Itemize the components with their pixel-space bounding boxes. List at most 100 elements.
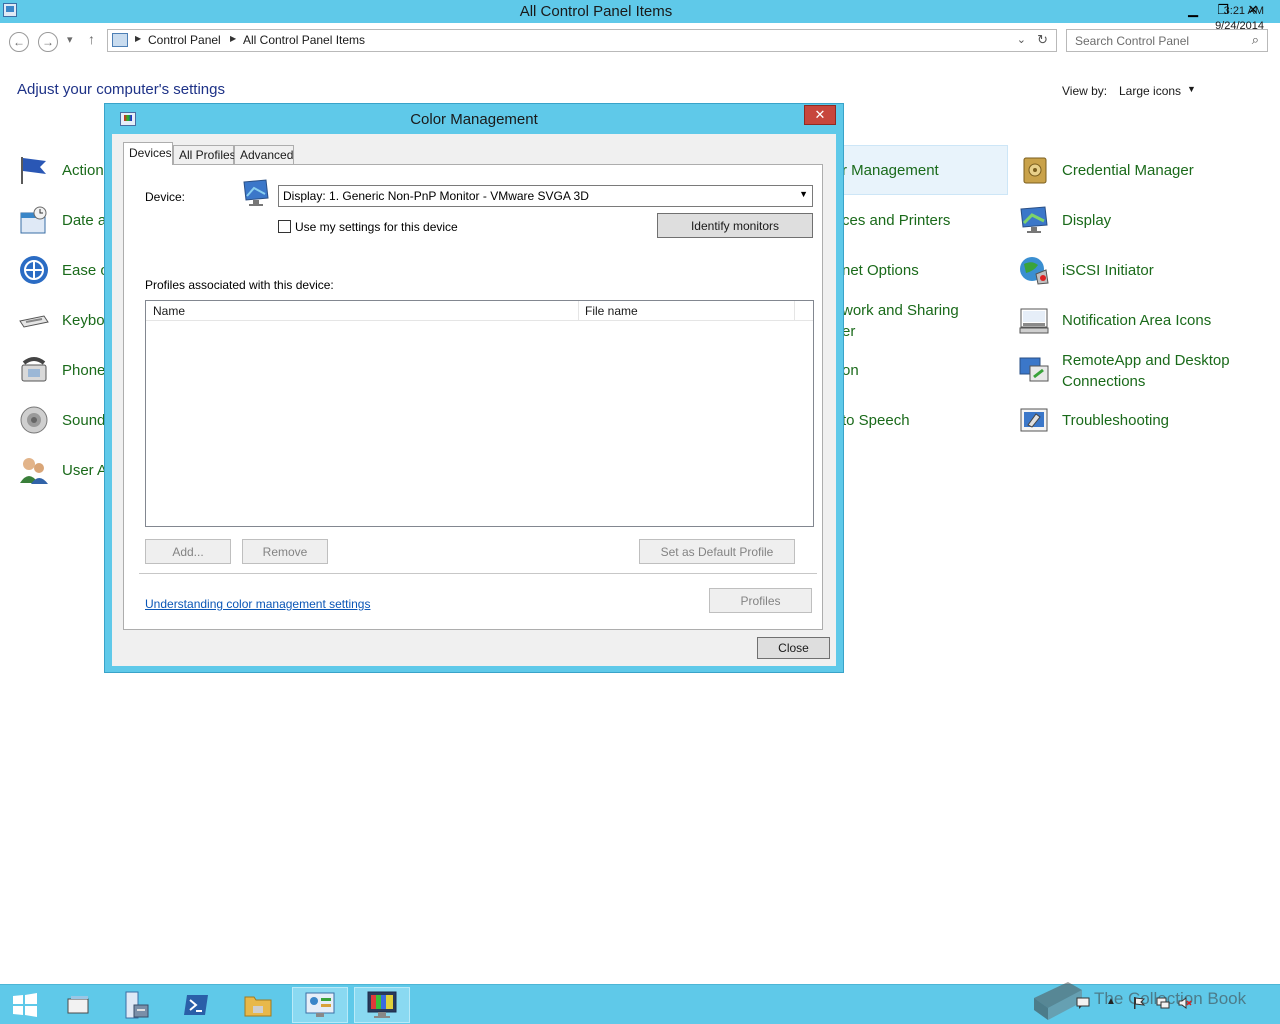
devices-tab-panel: Device: Display: 1. Generic Non-PnP Moni…	[123, 164, 823, 630]
taskbar-color-management[interactable]	[354, 987, 410, 1023]
minimize-button[interactable]: ▁	[1178, 0, 1208, 20]
flag-tray-icon[interactable]	[1132, 996, 1146, 1010]
page-heading: Adjust your computer's settings	[17, 81, 225, 98]
cp-item-label: net Options	[842, 262, 919, 279]
profiles-list[interactable]: Name File name	[145, 300, 814, 527]
control-panel-icon	[112, 33, 128, 47]
server-manager-icon	[125, 991, 149, 1019]
cp-item-label-line2: Connections	[1062, 373, 1146, 390]
windows-logo-icon	[13, 993, 37, 1017]
use-my-settings-checkbox[interactable]	[278, 220, 291, 233]
start-button[interactable]	[0, 987, 50, 1023]
cp-item-label-line1: RemoteApp and Desktop	[1062, 352, 1230, 369]
address-bar[interactable]: ▶ Control Panel ▶ All Control Panel Item…	[107, 29, 1057, 52]
clock-date: 9/24/2014	[1215, 20, 1264, 32]
cp-item-label: Date a	[62, 212, 107, 229]
cp-item-label-line2: er	[842, 323, 856, 340]
calendar-icon	[20, 206, 47, 234]
column-divider[interactable]	[794, 301, 795, 321]
breadcrumb-separator-icon[interactable]: ▶	[230, 34, 236, 43]
phone-icon	[21, 357, 47, 382]
column-header-name[interactable]: Name	[153, 304, 185, 318]
view-by-caret-icon[interactable]: ▼	[1187, 84, 1196, 94]
show-hidden-icons-icon[interactable]: ▲	[1106, 996, 1120, 1010]
profiles-associated-label: Profiles associated with this device:	[145, 278, 334, 292]
cp-item-label: Troubleshooting	[1062, 412, 1170, 429]
notification-icon	[1019, 308, 1049, 334]
cp-item-label: ces and Printers	[842, 212, 951, 229]
taskbar-powershell[interactable]	[168, 987, 224, 1023]
up-arrow-icon[interactable]: ↑	[88, 31, 95, 47]
cp-item-label: Notification Area Icons	[1062, 312, 1212, 329]
recent-pages-dropdown-icon[interactable]: ▾	[67, 33, 73, 46]
dialog-title: Color Management	[410, 111, 538, 128]
tab-advanced[interactable]: Advanced	[234, 145, 294, 164]
chevron-down-icon[interactable]: ▼	[799, 189, 808, 199]
cp-item-label: on	[842, 362, 859, 379]
search-input[interactable]: Search Control Panel	[1075, 34, 1189, 48]
display-icon	[1020, 206, 1048, 233]
panel-separator	[139, 573, 817, 574]
cp-item-label: iSCSI Initiator	[1062, 262, 1154, 279]
dialog-close-x-button[interactable]: ✕	[804, 105, 836, 125]
profiles-list-header: Name File name	[146, 301, 813, 321]
view-by-dropdown[interactable]: Large icons	[1119, 84, 1181, 98]
add-profile-button[interactable]: Add...	[145, 539, 231, 564]
identify-monitors-button[interactable]: Identify monitors	[657, 213, 813, 238]
powershell-icon	[184, 995, 208, 1015]
control-panel-icon	[305, 992, 335, 1017]
window-title: All Control Panel Items	[519, 3, 673, 20]
taskbar-task-view[interactable]	[50, 987, 106, 1023]
device-dropdown[interactable]: Display: 1. Generic Non-PnP Monitor - VM…	[278, 185, 813, 207]
taskbar-server-manager[interactable]	[108, 987, 164, 1023]
action-center-tray-icon[interactable]	[1076, 996, 1090, 1010]
column-divider[interactable]	[578, 301, 579, 321]
cp-item-label: Phone	[62, 362, 106, 379]
tab-all-profiles[interactable]: All Profiles	[173, 145, 236, 164]
close-button[interactable]: Close	[757, 637, 830, 659]
cp-item-label: Ease o	[62, 262, 109, 279]
back-button[interactable]: ←	[9, 32, 29, 52]
search-icon[interactable]: ⌕	[1252, 32, 1259, 48]
view-by-label: View by:	[1062, 84, 1108, 98]
forward-button[interactable]: →	[38, 32, 58, 52]
breadcrumb-control-panel[interactable]: Control Panel	[148, 33, 221, 47]
address-dropdown-icon[interactable]: ⌄	[1017, 33, 1026, 46]
color-management-icon	[367, 991, 397, 1018]
cp-item-label: Keybo	[62, 312, 105, 329]
cp-item-label: r Management	[842, 162, 939, 179]
cp-item-label: work and Sharing er	[842, 300, 959, 342]
cp-item-label-line1: work and Sharing	[842, 302, 959, 319]
speaker-icon	[20, 406, 48, 434]
keyboard-icon	[19, 315, 49, 328]
cp-item-label: Credential Manager	[1062, 162, 1194, 179]
breadcrumb-all-items[interactable]: All Control Panel Items	[243, 33, 365, 47]
folder-icon	[244, 996, 272, 1017]
profiles-button[interactable]: Profiles	[709, 588, 812, 613]
remoteapp-icon	[1019, 357, 1049, 382]
column-header-file-name[interactable]: File name	[585, 304, 638, 318]
color-management-dialog: Color Management ✕ Devices All Profiles …	[104, 103, 844, 673]
tray-clock[interactable]: 3:21 AM 9/24/2014	[1215, 4, 1264, 34]
device-label: Device:	[145, 190, 186, 204]
taskbar-control-panel[interactable]	[292, 987, 348, 1023]
refresh-icon[interactable]: ↻	[1037, 32, 1048, 48]
volume-muted-tray-icon[interactable]	[1178, 996, 1192, 1010]
cp-item-label: to Speech	[842, 412, 910, 429]
taskbar-file-explorer[interactable]	[230, 987, 286, 1023]
use-my-settings-label[interactable]: Use my settings for this device	[295, 220, 458, 234]
tab-devices[interactable]: Devices	[123, 142, 173, 165]
breadcrumb-separator-icon[interactable]: ▶	[135, 34, 141, 43]
cp-item-label: RemoteApp and Desktop Connections	[1062, 350, 1230, 392]
vault-icon	[1023, 157, 1047, 184]
set-default-profile-button[interactable]: Set as Default Profile	[639, 539, 795, 564]
network-tray-icon[interactable]	[1156, 996, 1170, 1010]
monitor-icon	[243, 179, 269, 206]
globe-icon	[1020, 257, 1049, 285]
remove-profile-button[interactable]: Remove	[242, 539, 328, 564]
users-icon	[20, 458, 48, 484]
understanding-color-management-link[interactable]: Understanding color management settings	[145, 597, 370, 611]
cp-item-label: Action	[62, 162, 104, 179]
clock-time: 3:21 AM	[1223, 5, 1264, 17]
navigation-bar: ← → ▾ ↑ ▶ Control Panel ▶ All Control Pa…	[0, 23, 1280, 59]
